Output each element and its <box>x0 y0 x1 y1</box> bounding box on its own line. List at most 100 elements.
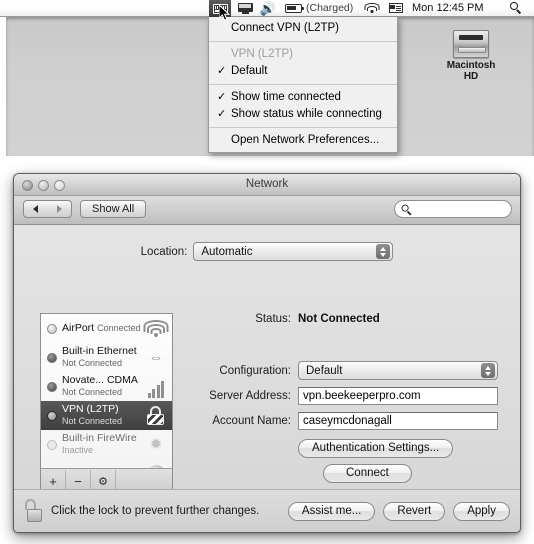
status-dot <box>47 352 57 363</box>
spotlight-menu[interactable] <box>505 0 527 16</box>
menu-extra-vpn[interactable] <box>209 0 231 17</box>
connect-button[interactable]: Connect <box>323 464 412 483</box>
status-dot <box>47 439 57 450</box>
bottom-button-group: Assist me... Revert Apply <box>287 501 510 521</box>
search-field[interactable] <box>394 200 512 218</box>
menu-separator <box>209 84 397 85</box>
connect-label: Connect <box>346 467 389 479</box>
menu-item-default-config[interactable]: ✓ Default <box>209 63 397 80</box>
speaker-icon: 🔊 <box>259 0 277 16</box>
hd-icon-label-line1: Macintosh <box>446 60 496 71</box>
popup-arrows-icon <box>481 363 495 378</box>
menu-item-show-status-while-connecting[interactable]: ✓ Show status while connecting <box>209 106 397 123</box>
show-all-button[interactable]: Show All <box>80 200 147 218</box>
lock-open-icon[interactable] <box>24 499 44 523</box>
desktop-icon-macintosh-hd[interactable]: Macintosh HD <box>438 30 504 82</box>
battery-status-text: (Charged) <box>306 2 354 14</box>
service-name: Built-in Ethernet <box>62 344 137 357</box>
service-state: Not Connected <box>62 386 123 397</box>
configuration-label: Configuration: <box>219 364 291 377</box>
authentication-settings-label: Authentication Settings... <box>312 442 440 454</box>
menu-bar-clock[interactable]: Mon 12:45 PM <box>412 0 502 16</box>
display-icon <box>237 2 253 14</box>
menu-bar: 🔊 (Charged) Mon 12:45 PM <box>0 0 534 17</box>
authentication-settings-button[interactable]: Authentication Settings... <box>298 439 454 458</box>
window-toolbar: Show All <box>14 196 520 225</box>
checkmark-icon: ✓ <box>217 108 227 120</box>
ethernet-icon: ⇔ <box>148 348 164 366</box>
connect-row: Connect <box>186 464 506 483</box>
checkmark-icon: ✓ <box>217 65 227 77</box>
chevron-left-icon <box>33 205 38 213</box>
menu-section-header-label: VPN (L2TP) <box>231 48 293 60</box>
lock-icon <box>144 405 168 427</box>
search-icon <box>510 2 522 14</box>
service-row-bluetooth[interactable]: Bluetooth Inactive ᛏ <box>41 459 172 468</box>
wifi-icon <box>364 2 380 14</box>
assist-me-button[interactable]: Assist me... <box>287 501 376 521</box>
server-address-label: Server Address: <box>209 390 291 402</box>
menu-item-show-status-while-connecting-label: Show status while connecting <box>231 108 382 120</box>
service-name: AirPort <box>62 321 95 334</box>
menu-item-show-time-connected[interactable]: ✓ Show time connected <box>209 89 397 106</box>
firewire-icon: ✹ <box>149 435 163 453</box>
menu-item-connect-vpn-label: Connect VPN (L2TP) <box>231 22 340 34</box>
back-button[interactable] <box>23 200 48 218</box>
menu-item-show-time-connected-label: Show time connected <box>231 91 341 103</box>
window-titlebar[interactable]: Network <box>14 174 520 196</box>
menu-item-default-config-label: Default <box>231 65 268 77</box>
status-dot <box>47 323 57 334</box>
search-input[interactable] <box>414 202 510 216</box>
battery-status-label[interactable]: (Charged) <box>306 0 358 16</box>
remove-service-label: − <box>74 473 82 489</box>
status-dot <box>47 410 57 421</box>
battery-icon <box>284 3 304 13</box>
account-name-input[interactable] <box>298 412 498 430</box>
window-bottom-bar: Click the lock to prevent further change… <box>14 489 520 532</box>
revert-button[interactable]: Revert <box>383 501 446 521</box>
server-address-row: Server Address: <box>186 387 506 405</box>
location-popup-button[interactable]: Automatic <box>193 242 394 261</box>
hard-drive-icon <box>453 30 489 58</box>
signal-bars-icon <box>144 376 168 398</box>
menu-extra-display[interactable] <box>235 0 255 16</box>
bluetooth-icon: ᛏ <box>144 463 168 468</box>
network-preferences-window: Network Show All Location: Automatic Air… <box>13 173 521 533</box>
assist-me-label: Assist me... <box>301 504 362 517</box>
service-state: Connected <box>97 322 141 333</box>
menu-extra-battery[interactable] <box>282 0 304 16</box>
menu-extra-wifi[interactable] <box>362 0 382 16</box>
service-row-airport[interactable]: AirPort Connected <box>41 314 172 343</box>
service-state: Not Connected <box>62 357 123 368</box>
menu-item-connect-vpn[interactable]: Connect VPN (L2TP) <box>209 20 397 37</box>
lock-hint-text: Click the lock to prevent further change… <box>51 505 260 517</box>
menu-item-open-network-preferences[interactable]: Open Network Preferences... <box>209 132 397 149</box>
network-service-scroll-area[interactable]: AirPort Connected Built-in Ethernet Not … <box>41 314 172 468</box>
menu-extra-volume[interactable]: 🔊 <box>258 0 278 16</box>
close-button[interactable] <box>22 180 33 191</box>
server-address-input[interactable] <box>298 387 498 405</box>
menu-extra-input-source[interactable] <box>386 0 406 16</box>
service-row-built-in-ethernet[interactable]: Built-in Ethernet Not Connected ⇔ <box>41 343 172 372</box>
service-row-built-in-firewire[interactable]: Built-in FireWire Inactive ✹ <box>41 430 172 459</box>
account-name-label: Account Name: <box>212 415 291 427</box>
service-row-vpn-l2tp[interactable]: VPN (L2TP) Not Connected <box>41 401 172 430</box>
status-label: Status: <box>255 313 291 325</box>
configuration-row: Configuration: Default <box>186 361 506 380</box>
network-service-list[interactable]: AirPort Connected Built-in Ethernet Not … <box>40 313 173 493</box>
forward-button[interactable] <box>47 200 72 218</box>
menu-section-header-vpn: VPN (L2TP) <box>209 46 397 63</box>
chevron-right-icon <box>56 205 62 213</box>
minimize-button[interactable] <box>38 180 49 191</box>
vpn-icon <box>212 3 228 14</box>
apply-button[interactable]: Apply <box>453 501 510 521</box>
zoom-button[interactable] <box>54 180 65 191</box>
clock-text: Mon 12:45 PM <box>412 2 484 14</box>
wifi-icon <box>143 318 169 340</box>
checkmark-icon: ✓ <box>217 91 227 103</box>
configuration-popup-button[interactable]: Default <box>298 361 498 380</box>
location-row: Location: Automatic <box>14 242 520 261</box>
service-row-novatel-cdma[interactable]: Novate... CDMA Not Connected <box>41 372 172 401</box>
vpn-status-dropdown-menu: Connect VPN (L2TP) VPN (L2TP) ✓ Default … <box>208 17 398 153</box>
account-name-row: Account Name: <box>186 412 506 430</box>
